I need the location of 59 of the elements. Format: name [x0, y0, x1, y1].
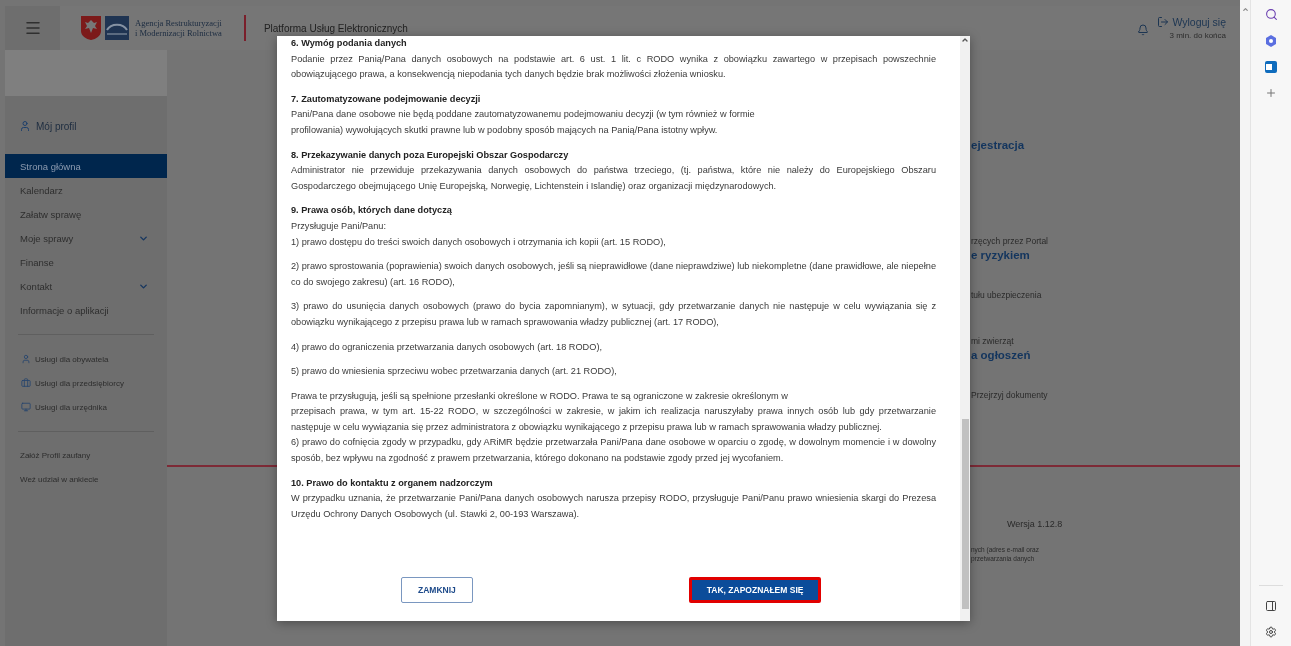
paragraph: 5) prawo do wniesienia sprzeciwu wobec przetwarzania danych (art. 21 RODO), [291, 365, 618, 379]
monitor-icon [21, 402, 31, 412]
section-heading: e ryzykiem [971, 248, 1031, 262]
panel-icon[interactable] [1265, 600, 1277, 612]
agency-logo [105, 16, 129, 40]
user-icon [19, 120, 31, 132]
version-label: Wersja 1.12.8 [1007, 519, 1064, 529]
search-icon[interactable] [1264, 8, 1278, 21]
paragraph: Administrator nie przewiduje przekazywania danych osobowych do państwa trzeciego, (tj. państwa, które nie należy do Europejskiego Obszaru Gospodarczego obejmującego Unię Europejską, Norwegię, Lichtenstein i Islandię) oraz organizacji międzynarodowych. [291, 164, 936, 193]
bell-icon[interactable] [1137, 24, 1150, 36]
section-text: tułu ubezpieczenia [971, 289, 1043, 302]
confirm-button[interactable]: TAK, ZAPOZNAŁEM SIĘ [688, 577, 822, 603]
paragraph: profilowania) wywołujących skutki prawne lub w podobny sposób mających na Panią/Pana istotny wpływ. [291, 123, 719, 137]
logout-icon [1157, 16, 1170, 28]
paragraph: 1) prawo dostępu do treści swoich danych osobowych i otrzymania ich kopii (art. 15 RODO), [291, 235, 667, 249]
paragraph: 3) prawo do usunięcia danych osobowych (prawo do bycia zapomnianym), w sytuacji, gdy przetwarzanie danych nie następuje w celu wywiązania się z obowiązku wynikającego z przepisu prawa lub w ramach sprawowania władzy publicznej (art. 17 RODO), [291, 300, 936, 329]
paragraph: Podanie przez Panią/Pana danych osobowych na podstawie art. 6 ust. 1 lit. c RODO wynika z obowiązku zawartego w przepisach powszechnie obowiązującego prawa, a konsekwencją niepodania tych danych będzie brak możliwości złożenia wniosku. [291, 52, 936, 82]
paragraph: 4) prawo do ograniczenia przetwarzania danych osobowych (art. 18 RODO), [291, 340, 603, 354]
paragraph: Prawa te przysługują, jeśli są spełnione przesłanki określone w RODO. Prawa te są ograniczone w zakresie określonym w [291, 389, 789, 403]
settings-icon[interactable] [1265, 626, 1277, 638]
platform-title: Platforma Usług Elektronicznych [263, 22, 408, 34]
section-heading: a ogłoszeń [971, 348, 1032, 362]
paragraph: 2) prawo sprostowania (poprawienia) swoich danych osobowych, jeśli są nieprawidłowe (dane nieprawdziwe) lub niekompletne (dane prawidłowe, ale niepełne co do swojego zakresu) (art. 16 RODO), [291, 260, 936, 289]
section-heading: ejestracja [971, 138, 1026, 152]
sidebar-item[interactable]: Kalendarz [5, 178, 167, 202]
mail-app-icon[interactable] [1265, 61, 1277, 73]
section-heading: 10. Prawo do kontaktu z organem nadzorczym [291, 476, 494, 490]
briefcase-icon [21, 378, 31, 388]
section-heading: 8. Przekazywanie danych poza Europejski Obszar Gospodarczy [291, 148, 570, 162]
scroll-up-icon[interactable] [961, 36, 969, 44]
scrollbar-thumb[interactable] [961, 419, 969, 609]
sidebar-item[interactable]: Informacje o aplikacji [5, 298, 167, 322]
add-icon[interactable] [1265, 87, 1277, 99]
section-text: rzęcych przez Portal [971, 235, 1049, 248]
dialog-scrollbar[interactable] [960, 36, 970, 621]
section-text: Przejrzyj dokumenty [971, 389, 1049, 402]
sidebar-item[interactable]: Kontakt [5, 274, 167, 298]
sidebar-item[interactable]: Strona główna [5, 154, 167, 178]
menu-icon [23, 19, 42, 37]
close-button[interactable]: ZAMKNIJ [401, 577, 473, 603]
sidebar-item[interactable]: Załatw sprawę [5, 202, 167, 226]
sidebar-item[interactable]: Moje sprawy [5, 226, 167, 250]
paragraph: przepisach prawa, w tym art. 15-22 RODO, w szczególności w zakresie, w jakim ich realizacja naruszyłaby prawa innych osób lub gdy przetwarzanie następuje w celu wywiązania się przez administratora z obowiązku wynikającego z przepisu prawa lub w ramach sprawowania władzy publicznej. [291, 405, 936, 434]
profile-link[interactable]: Mój profil [5, 96, 167, 154]
sidebar-item[interactable]: Finanse [5, 250, 167, 274]
user-icon [21, 354, 31, 364]
agency-name: Agencja Restrukturyzacji i Modernizacji Rolnictwa [135, 18, 222, 38]
paragraph: 6) prawo do cofnięcia zgody w przypadku, gdy ARiMR będzie przetwarzała Pani/Pana dane osobowe w oparciu o zgodę, w dowolnym momencie i w dowolny sposób, bez wpływu na zgodność z prawem przetwarzania, którego dokonano na podstawie zgody przed jej wycofaniem. [291, 436, 936, 466]
emblem-logo [80, 15, 102, 41]
scroll-up-icon[interactable] [1241, 6, 1249, 13]
paragraph: Pani/Pana dane osobowe nie będą poddane zautomatyzowanemu podejmowaniu decyzji (w tym również w formie [291, 108, 756, 122]
menu-button[interactable] [5, 6, 60, 50]
section-text: mi zwierząt [971, 335, 1015, 348]
section-heading: 7. Zautomatyzowane podejmowanie decyzji [291, 92, 482, 106]
page-scrollbar[interactable] [1240, 0, 1250, 646]
paragraph: W przypadku uznania, że przetwarzanie Pani/Pana danych osobowych narusza przepisy RODO, przysługuje Pani/Panu prawo wniesienia skargi do Prezesa Urzędu Ochrony Danych Osobowych (ul. Stawki 2, 00-193 Warszawa). [291, 492, 936, 521]
section-heading: 6. Wymóg podania danych [291, 37, 408, 50]
paragraph: Przysługuje Pani/Panu: [291, 219, 387, 233]
section-heading: 9. Prawa osób, których dane dotyczą [291, 204, 453, 218]
